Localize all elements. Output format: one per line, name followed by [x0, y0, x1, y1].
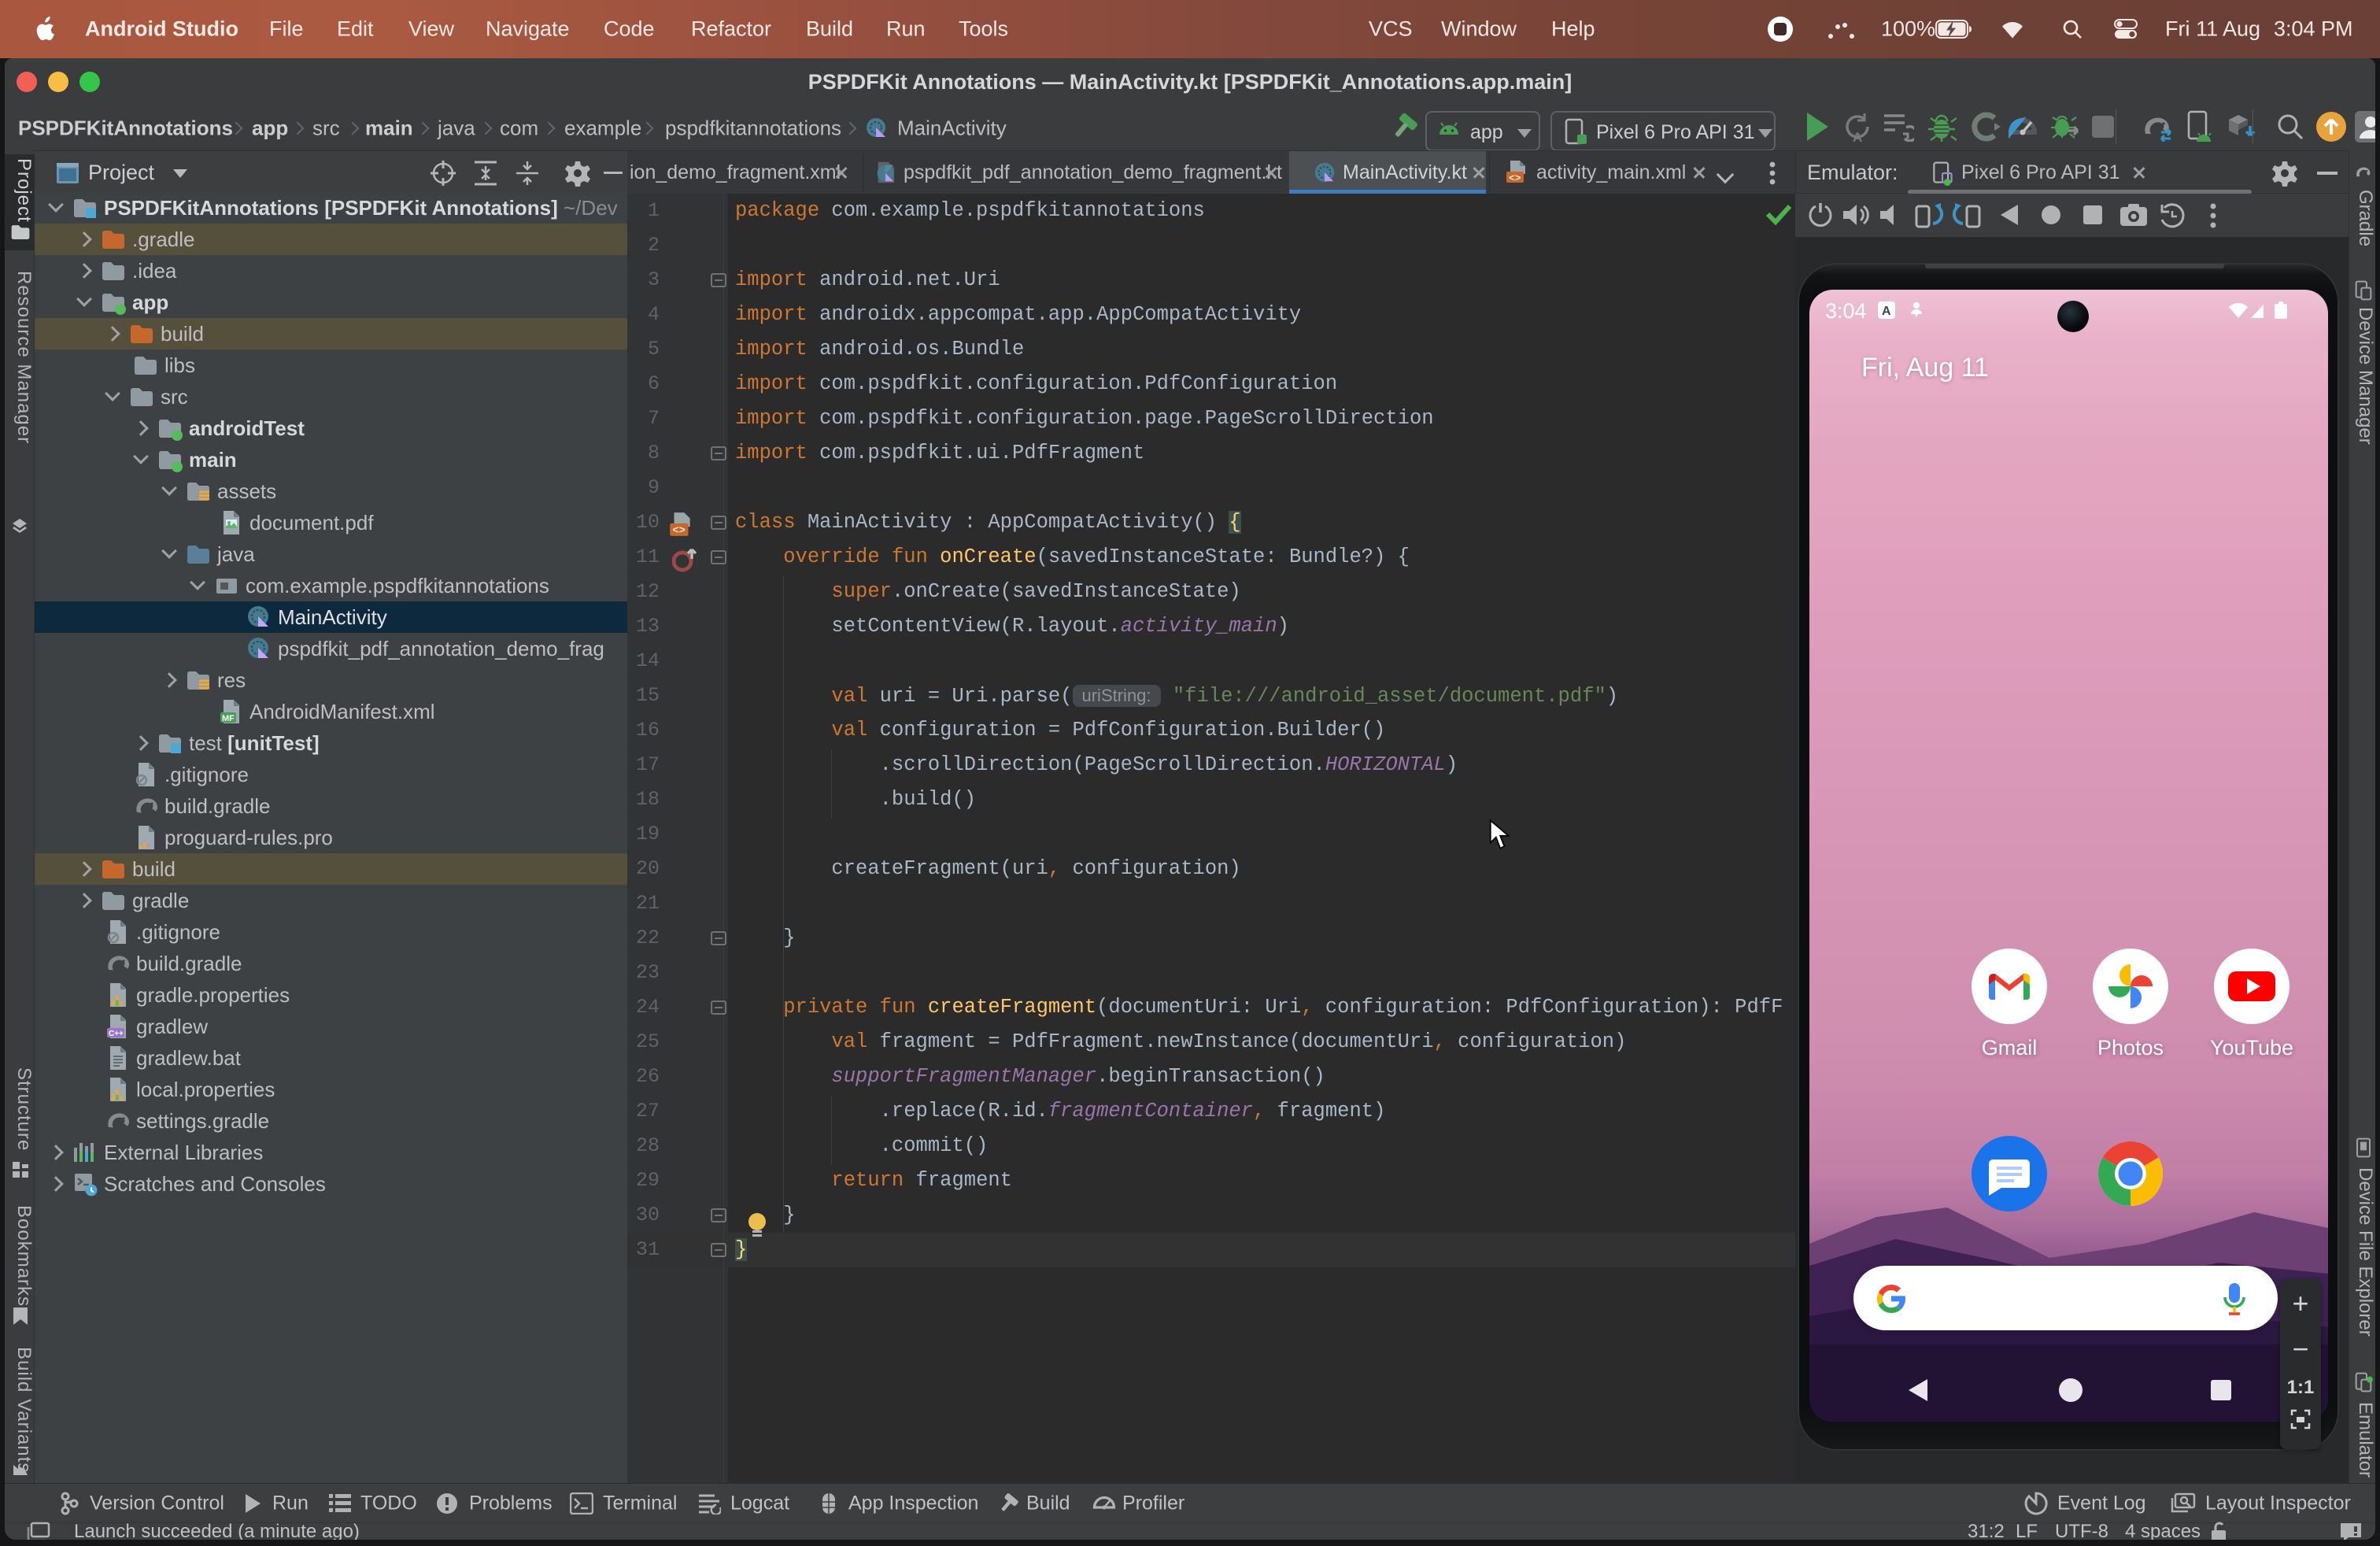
svg-text:A: A: [1853, 130, 1862, 143]
svg-text:A: A: [1882, 305, 1891, 318]
